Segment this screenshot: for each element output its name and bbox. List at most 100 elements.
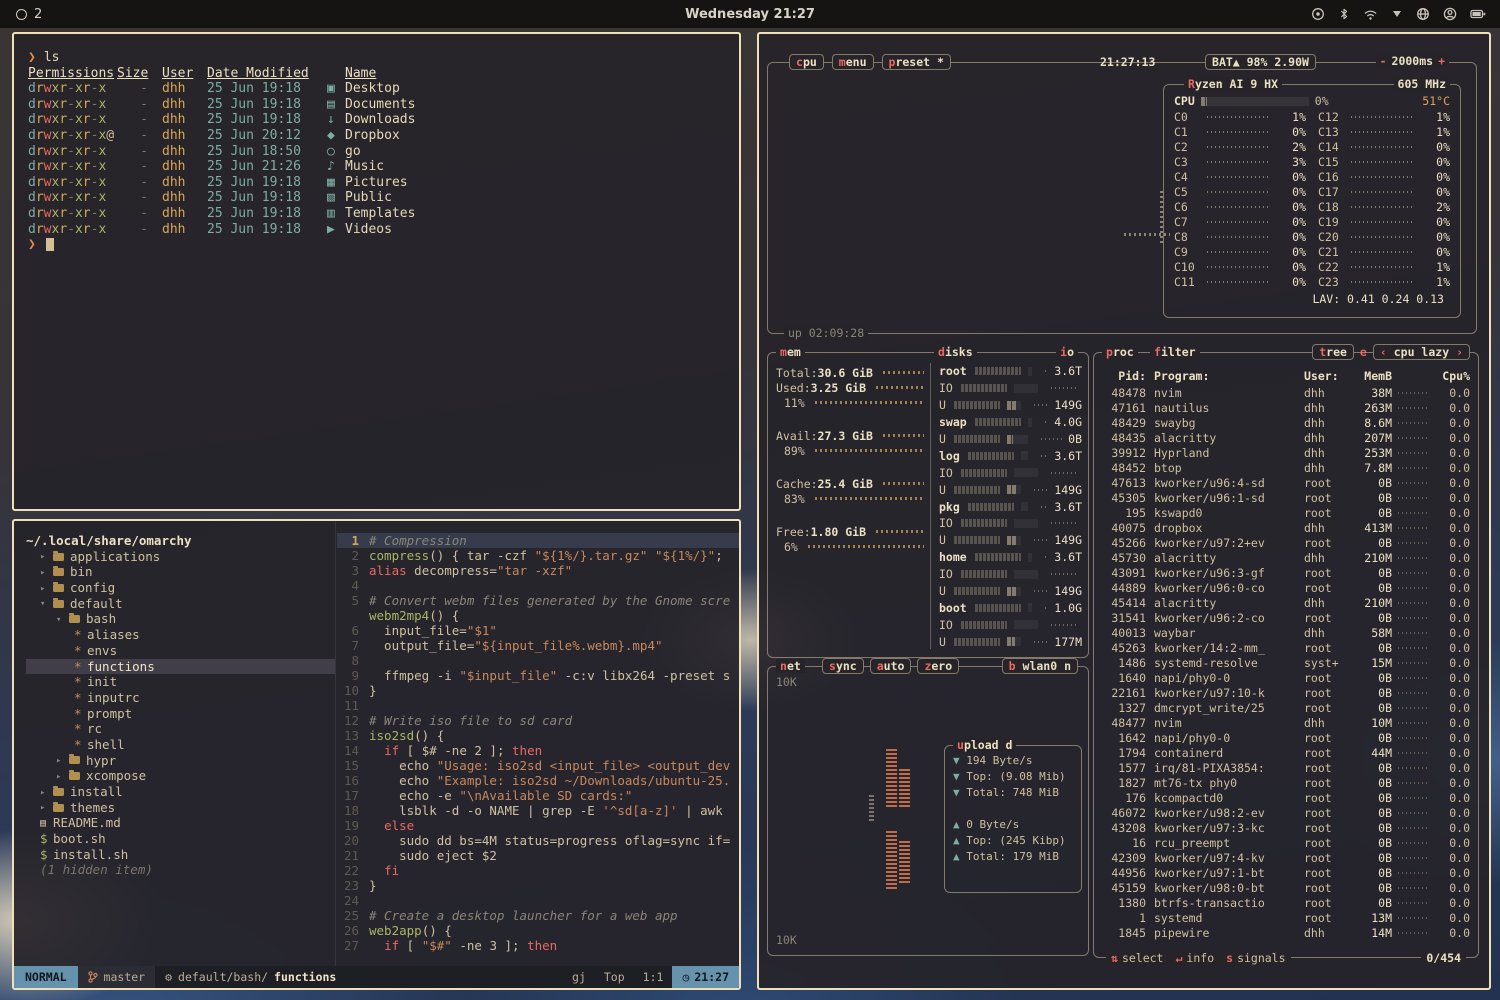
file-row[interactable]: drwxr-xr-x - dhh 25 Jun 19:18 ▤ Document…: [28, 97, 725, 113]
process-row[interactable]: 44956 kworker/u97:1-bt root 0B 0.0: [1102, 865, 1470, 880]
process-row[interactable]: 22161 kworker/u97:10-k root 0B 0.0: [1102, 685, 1470, 700]
process-row[interactable]: 1845 pipewire dhh 14M 0.0: [1102, 925, 1470, 940]
file-row[interactable]: drwxr-xr-x - dhh 25 Jun 19:18 ▥ Template…: [28, 206, 725, 222]
tree-item[interactable]: default: [26, 596, 335, 612]
update-minus-button[interactable]: -: [1380, 54, 1387, 68]
tree-item[interactable]: xcompose: [26, 768, 335, 784]
process-row[interactable]: 44889 kworker/u96:0-co root 0B 0.0: [1102, 580, 1470, 595]
process-row[interactable]: 40075 dropbox dhh 413M 0.0: [1102, 520, 1470, 535]
update-plus-button[interactable]: +: [1438, 54, 1445, 68]
sort-column-selector[interactable]: ‹ cpu lazy ›: [1373, 344, 1470, 360]
file-row[interactable]: drwxr-xr-x - dhh 25 Jun 19:18 ▶ Videos: [28, 222, 725, 238]
select-key[interactable]: ⇅select: [1111, 951, 1163, 965]
git-branch-segment[interactable]: master: [78, 966, 156, 988]
idle-inhibitor-icon[interactable]: [1391, 8, 1403, 20]
tree-item[interactable]: bash: [26, 611, 335, 627]
proc-title[interactable]: proc: [1102, 345, 1138, 359]
process-row[interactable]: 16 rcu_preempt root 0B 0.0: [1102, 835, 1470, 850]
tree-item[interactable]: inputrc: [26, 690, 335, 706]
process-row[interactable]: 1577 irq/81-PIXA3854: root 0B 0.0: [1102, 760, 1470, 775]
screen-record-icon[interactable]: [1311, 7, 1325, 21]
process-row[interactable]: 46072 kworker/u98:2-ev root 0B 0.0: [1102, 805, 1470, 820]
mem-title[interactable]: mem: [776, 345, 805, 359]
tree-item[interactable]: install.sh: [26, 847, 335, 863]
info-key[interactable]: ↵info: [1175, 951, 1214, 965]
process-row[interactable]: 1642 napi/phy0-0 root 0B 0.0: [1102, 730, 1470, 745]
net-interface-switch[interactable]: b wlan0 n: [1002, 658, 1078, 674]
tree-item[interactable]: applications: [26, 549, 335, 565]
bluetooth-icon[interactable]: [1338, 7, 1350, 21]
process-row[interactable]: 42309 kworker/u97:4-kv root 0B 0.0: [1102, 850, 1470, 865]
btop-window[interactable]: cpu menu preset * 21:27:13 BAT▲ 98% 2.90…: [757, 32, 1491, 990]
process-row[interactable]: 176 kcompactd0 root 0B 0.0: [1102, 790, 1470, 805]
tree-item[interactable]: config: [26, 580, 335, 596]
process-row[interactable]: 47161 nautilus dhh 263M 0.0: [1102, 400, 1470, 415]
net-auto-button[interactable]: auto: [870, 658, 912, 674]
neovim-window[interactable]: ~/.local/share/omarchy applications bin: [12, 519, 741, 990]
process-row[interactable]: 45305 kworker/u96:1-sd root 0B 0.0: [1102, 490, 1470, 505]
tree-item[interactable]: hypr: [26, 753, 335, 769]
process-row[interactable]: 195 kswapd0 root 0B 0.0: [1102, 505, 1470, 520]
process-row[interactable]: 48477 nvim dhh 10M 0.0: [1102, 715, 1470, 730]
user-icon[interactable]: [1443, 7, 1457, 21]
process-row[interactable]: 48452 btop dhh 7.8M 0.0: [1102, 460, 1470, 475]
file-row[interactable]: drwxr-xr-x - dhh 25 Jun 19:18 ▧ Public: [28, 190, 725, 206]
process-row[interactable]: 39912 Hyprland dhh 253M 0.0: [1102, 445, 1470, 460]
tree-item[interactable]: install: [26, 784, 335, 800]
process-row[interactable]: 1794 containerd root 44M 0.0: [1102, 745, 1470, 760]
process-row[interactable]: 45159 kworker/u98:0-bt root 0B 0.0: [1102, 880, 1470, 895]
tree-item[interactable]: README.md: [26, 815, 335, 831]
net-zero-button[interactable]: zero: [917, 658, 959, 674]
file-row[interactable]: drwxr-xr-x - dhh 25 Jun 19:18 ▦ Pictures: [28, 175, 725, 191]
process-row[interactable]: 40013 waybar dhh 58M 0.0: [1102, 625, 1470, 640]
process-row[interactable]: 1380 btrfs-transactio root 0B 0.0: [1102, 895, 1470, 910]
tree-item[interactable]: boot.sh: [26, 831, 335, 847]
proc-column-headers[interactable]: Pid: Program: User: MemB Cpu%: [1102, 369, 1470, 383]
file-row[interactable]: drwxr-xr-x@ - dhh 25 Jun 20:12 ◆ Dropbox: [28, 128, 725, 144]
file-row[interactable]: drwxr-xr-x - dhh 25 Jun 18:50 ○ go: [28, 144, 725, 160]
tree-item[interactable]: shell: [26, 737, 335, 753]
process-row[interactable]: 48435 alacritty dhh 207M 0.0: [1102, 430, 1470, 445]
tree-item[interactable]: init: [26, 674, 335, 690]
wifi-icon[interactable]: [1363, 8, 1378, 21]
code-pane[interactable]: 1 # Compression 2 compress() { tar -czf …: [337, 521, 739, 966]
process-row[interactable]: 48429 swaybg dhh 8.6M 0.0: [1102, 415, 1470, 430]
tree-item[interactable]: (1 hidden item): [26, 862, 335, 878]
net-title[interactable]: net: [776, 659, 805, 673]
tab-cpu[interactable]: cpu: [789, 54, 824, 70]
tree-item[interactable]: bin: [26, 564, 335, 580]
tree-item[interactable]: aliases: [26, 627, 335, 643]
file-row[interactable]: drwxr-xr-x - dhh 25 Jun 19:18 ↓ Download…: [28, 112, 725, 128]
workspace-indicator[interactable]: 2: [16, 7, 42, 22]
tree-item[interactable]: prompt: [26, 706, 335, 722]
process-row[interactable]: 1827 mt76-tx phy0 root 0B 0.0: [1102, 775, 1470, 790]
tree-item[interactable]: functions: [26, 659, 335, 675]
process-row[interactable]: 45263 kworker/14:2-mm_ root 0B 0.0: [1102, 640, 1470, 655]
process-row[interactable]: 45266 kworker/u97:2+ev root 0B 0.0: [1102, 535, 1470, 550]
tree-item[interactable]: rc: [26, 721, 335, 737]
process-row[interactable]: 45730 alacritty dhh 210M 0.0: [1102, 550, 1470, 565]
io-title[interactable]: io: [1056, 345, 1078, 359]
prompt-line-empty[interactable]: ❯: [28, 237, 725, 253]
globe-icon[interactable]: [1416, 7, 1430, 21]
process-row[interactable]: 1 systemd root 13M 0.0: [1102, 910, 1470, 925]
signals-key[interactable]: ssignals: [1226, 951, 1285, 965]
filter-button[interactable]: filter: [1150, 345, 1200, 359]
net-sync-button[interactable]: sync: [822, 658, 864, 674]
terminal-window[interactable]: ❯ ls PermissionsSizeUserDate ModifiedNam…: [12, 32, 741, 511]
file-row[interactable]: drwxr-xr-x - dhh 25 Jun 21:26 ♪ Music: [28, 159, 725, 175]
process-row[interactable]: 1640 napi/phy0-0 root 0B 0.0: [1102, 670, 1470, 685]
tab-menu[interactable]: menu: [832, 54, 874, 70]
process-row[interactable]: 31541 kworker/u96:2-co root 0B 0.0: [1102, 610, 1470, 625]
process-row[interactable]: 43091 kworker/u96:3-gf root 0B 0.0: [1102, 565, 1470, 580]
disks-title[interactable]: disks: [934, 345, 977, 359]
process-row[interactable]: 48478 nvim dhh 38M 0.0: [1102, 385, 1470, 400]
tree-item[interactable]: themes: [26, 800, 335, 816]
process-row[interactable]: 43208 kworker/u97:3-kc root 0B 0.0: [1102, 820, 1470, 835]
process-row[interactable]: 1486 systemd-resolve syst+ 15M 0.0: [1102, 655, 1470, 670]
tree-item[interactable]: envs: [26, 643, 335, 659]
file-row[interactable]: drwxr-xr-x - dhh 25 Jun 19:18 ▣ Desktop: [28, 81, 725, 97]
battery-icon[interactable]: [1470, 8, 1486, 20]
tab-preset[interactable]: preset *: [882, 54, 951, 70]
process-row[interactable]: 1327 dmcrypt_write/25 root 0B 0.0: [1102, 700, 1470, 715]
